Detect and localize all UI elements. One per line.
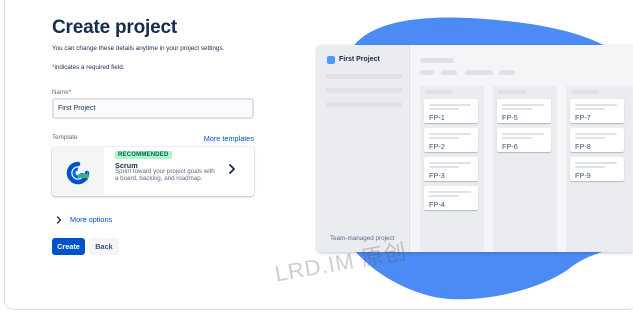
more-options-toggle[interactable]: More options: [52, 215, 112, 224]
project-name-input[interactable]: [52, 98, 254, 119]
chevron-right-icon: [229, 164, 235, 174]
template-description: Sprint toward your project goals with a …: [115, 168, 215, 182]
page-title: Create project: [52, 17, 177, 38]
page-subtitle: You can change these details anytime in …: [52, 45, 225, 52]
back-button[interactable]: Back: [89, 238, 119, 255]
name-label-text: Name: [52, 89, 69, 96]
template-label: Template: [52, 134, 78, 141]
chevron-right-icon: [56, 215, 62, 224]
recommended-badge: RECOMMENDED: [115, 151, 172, 159]
create-button[interactable]: Create: [52, 238, 85, 255]
required-field-note: *indicates a required field.: [52, 64, 124, 71]
required-note-text: indicates a required field.: [54, 64, 125, 71]
template-icon-box: [52, 147, 104, 196]
scrum-cycle-icon: [66, 161, 90, 185]
required-star: *: [68, 89, 72, 96]
name-field-label: Name*: [52, 89, 71, 96]
more-options-label: More options: [70, 215, 113, 224]
template-card-scrum[interactable]: RECOMMENDED Scrum Sprint toward your pro…: [52, 147, 254, 196]
more-templates-link[interactable]: More templates: [204, 134, 254, 143]
